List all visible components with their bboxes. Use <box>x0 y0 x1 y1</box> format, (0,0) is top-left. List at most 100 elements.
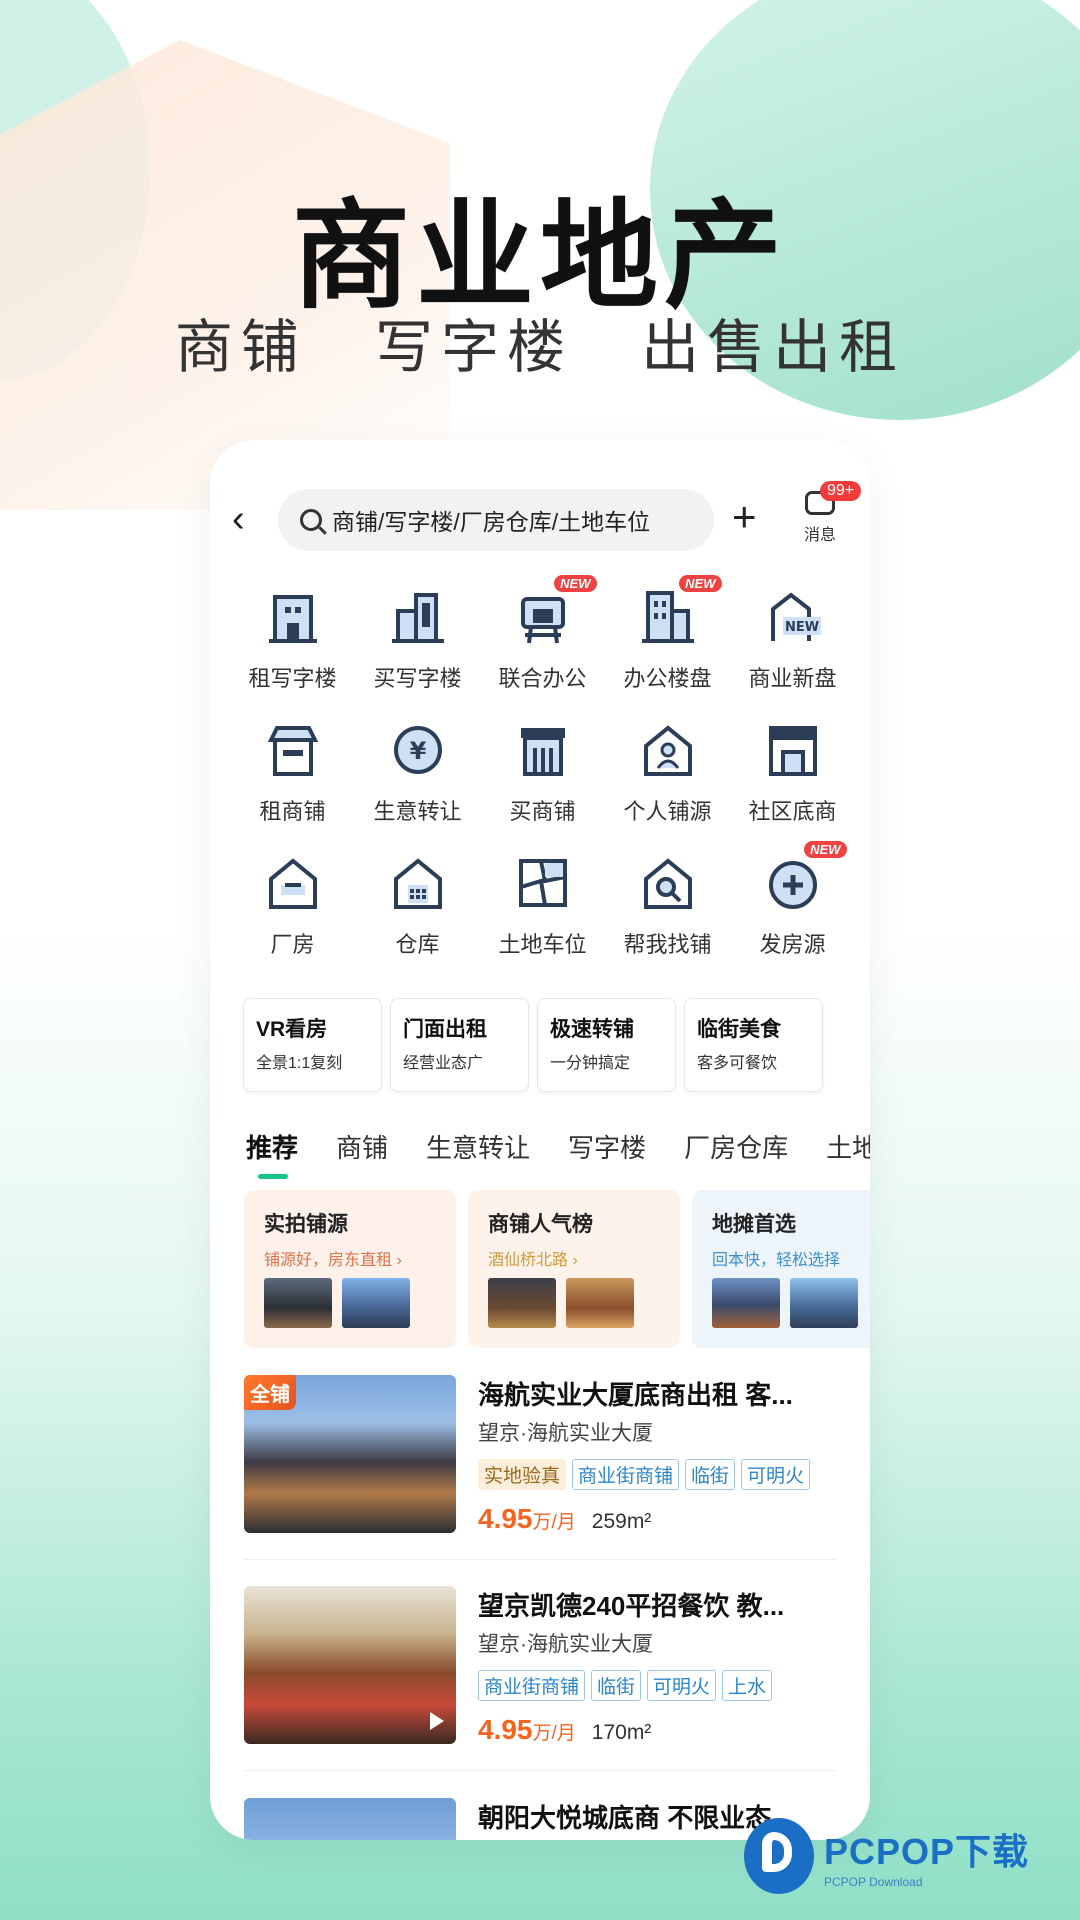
shared-office-icon: NEW <box>511 575 597 649</box>
svg-text:¥: ¥ <box>409 737 426 765</box>
tab-land[interactable]: 土地 <box>826 1128 870 1165</box>
yuan-transfer-icon: ¥ <box>386 718 450 782</box>
listing-tags: 商业街商铺 临街 可明火 上水 <box>478 1670 773 1701</box>
plus-circle-icon: NEW <box>761 841 847 915</box>
listing-price-value: 4.95 <box>478 1714 533 1745</box>
hero-subtitle-1: 商铺 <box>174 315 307 380</box>
category-post-listing[interactable]: NEW 发房源 <box>730 841 855 959</box>
promo-title: 实拍铺源 <box>264 1213 348 1236</box>
category-business-transfer[interactable]: ¥ 生意转让 <box>355 718 480 826</box>
hero-subtitle: 商铺 写字楼 出售出租 <box>0 300 1080 384</box>
category-personal-shop[interactable]: 个人铺源 <box>605 718 730 826</box>
tab-transfer[interactable]: 生意转让 <box>426 1128 530 1165</box>
category-office-complex[interactable]: NEW 办公楼盘 <box>605 575 730 693</box>
category-factory[interactable]: 厂房 <box>230 851 355 959</box>
listing-image-tag: 全铺 <box>244 1375 296 1410</box>
promo-real-shot[interactable]: 实拍铺源 铺源好，房东直租 › <box>244 1190 456 1348</box>
app-screen: ‹ 商铺/写字楼/厂房仓库/土地车位 + 消息 99+ 租写字楼 买写字楼 NE… <box>210 440 870 1840</box>
promo-sub: 酒仙桥北路 › <box>488 1252 578 1269</box>
listing-location: 望京·海航实业大厦 <box>478 1422 653 1445</box>
promo-popular[interactable]: 商铺人气榜 酒仙桥北路 › <box>468 1190 680 1348</box>
quick-card-sub: 一分钟搞定 <box>550 1055 631 1072</box>
listing-tags: 实地验真 商业街商铺 临街 可明火 <box>478 1459 811 1490</box>
category-rent-shop[interactable]: 租商铺 <box>230 718 355 826</box>
category-label: 发房源 <box>759 932 826 957</box>
listing-location: 望京·海航实业大厦 <box>478 1633 653 1656</box>
listing-item[interactable]: 望京凯德240平招餐饮 教... 望京·海航实业大厦 商业街商铺 临街 可明火 … <box>244 1586 844 1756</box>
back-icon[interactable]: ‹ <box>232 500 262 538</box>
category-warehouse[interactable]: 仓库 <box>355 851 480 959</box>
category-new-commercial[interactable]: NEW 商业新盘 <box>730 585 855 693</box>
listing-photo <box>244 1798 456 1840</box>
listing-price-unit: 万/月 <box>532 1723 576 1744</box>
listing-photo: 全铺 <box>244 1375 456 1533</box>
new-house-icon: NEW <box>761 585 825 649</box>
listing-item[interactable]: 全铺 海航实业大厦底商出租 客... 望京·海航实业大厦 实地验真 商业街商铺 … <box>244 1375 844 1545</box>
community-shop-icon <box>761 718 825 782</box>
message-label: 消息 <box>803 527 836 544</box>
category-buy-office[interactable]: 买写字楼 <box>355 585 480 693</box>
quick-card-fast-transfer[interactable]: 极速转铺 一分钟搞定 <box>537 998 676 1092</box>
category-label: 个人铺源 <box>623 799 712 824</box>
category-label: 租写字楼 <box>248 666 337 691</box>
quick-card-vr[interactable]: VR看房 全景1:1复刻 <box>243 998 382 1092</box>
promo-photo <box>712 1278 780 1328</box>
watermark-title: PCPOP下载 <box>824 1831 1030 1872</box>
shop-icon <box>261 718 325 782</box>
category-find-shop[interactable]: 帮我找铺 <box>605 851 730 959</box>
quick-card-street-food[interactable]: 临街美食 客多可餐饮 <box>684 998 823 1092</box>
divider <box>244 1559 836 1560</box>
listing-photo <box>244 1586 456 1744</box>
promo-photo <box>342 1278 410 1328</box>
storefront-icon <box>511 718 575 782</box>
promo-title: 地摊首选 <box>712 1213 796 1236</box>
tab-recommend[interactable]: 推荐 <box>246 1128 298 1179</box>
divider <box>244 1770 836 1771</box>
land-map-icon <box>511 851 575 915</box>
listing-tag: 商业街商铺 <box>572 1459 680 1490</box>
category-label: 联合办公 <box>498 666 587 691</box>
promo-stall[interactable]: 地摊首选 回本快，轻松选择 <box>692 1190 870 1348</box>
tab-office[interactable]: 写字楼 <box>568 1128 646 1165</box>
message-button[interactable]: 消息 99+ <box>790 481 862 555</box>
category-land-parking[interactable]: 土地车位 <box>480 851 605 959</box>
category-rent-office[interactable]: 租写字楼 <box>230 585 355 693</box>
search-placeholder: 商铺/写字楼/厂房仓库/土地车位 <box>332 509 651 535</box>
search-house-icon <box>636 851 700 915</box>
person-house-icon <box>636 718 700 782</box>
search-input[interactable]: 商铺/写字楼/厂房仓库/土地车位 <box>278 489 714 551</box>
hero-subtitle-3: 出售出租 <box>641 315 906 380</box>
listing-price-value: 4.95 <box>478 1503 533 1534</box>
category-label: 商业新盘 <box>748 666 837 691</box>
category-label: 办公楼盘 <box>623 666 712 691</box>
category-label: 买商铺 <box>509 799 576 824</box>
category-buy-shop[interactable]: 买商铺 <box>480 718 605 826</box>
category-shared-office[interactable]: NEW 联合办公 <box>480 575 605 693</box>
tower-building-icon <box>386 585 450 649</box>
tab-factory[interactable]: 厂房仓库 <box>684 1128 788 1165</box>
category-label: 租商铺 <box>259 799 326 824</box>
category-label: 买写字楼 <box>373 666 462 691</box>
new-badge: NEW <box>554 575 597 592</box>
category-community-shop[interactable]: 社区底商 <box>730 718 855 826</box>
tab-shop[interactable]: 商铺 <box>336 1128 388 1165</box>
factory-house-icon <box>261 851 325 915</box>
promo-photo <box>566 1278 634 1328</box>
listing-area: 170m² <box>591 1721 652 1744</box>
category-label: 仓库 <box>395 932 440 957</box>
hero-subtitle-2: 写字楼 <box>374 315 573 380</box>
quick-card-shopfront[interactable]: 门面出租 经营业态广 <box>390 998 529 1092</box>
promo-photo <box>790 1278 858 1328</box>
listing-price: 4.95万/月 259m² <box>478 1503 651 1535</box>
quick-card-title: VR看房 <box>256 1018 328 1041</box>
listing-tag: 可明火 <box>741 1459 811 1490</box>
promo-sub: 回本快，轻松选择 <box>712 1252 841 1269</box>
quick-card-title: 极速转铺 <box>550 1018 634 1041</box>
category-label: 帮我找铺 <box>623 932 712 957</box>
pcpop-logo-icon <box>744 1818 814 1894</box>
quick-card-sub: 经营业态广 <box>403 1055 484 1072</box>
top-bar: ‹ 商铺/写字楼/厂房仓库/土地车位 + 消息 99+ <box>210 481 870 555</box>
new-badge: NEW <box>804 841 847 858</box>
add-icon[interactable]: + <box>732 491 757 543</box>
office-building-icon <box>261 585 325 649</box>
